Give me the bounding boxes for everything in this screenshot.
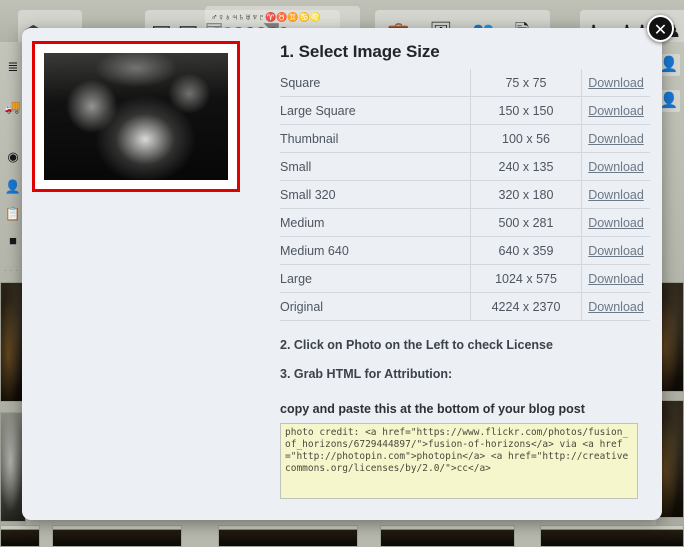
download-link[interactable]: Download — [588, 104, 644, 118]
size-dimensions-cell: 4224 x 2370 — [470, 292, 582, 321]
close-icon[interactable]: ✕ — [647, 15, 674, 42]
size-name-cell: Small — [280, 152, 471, 181]
table-row: Square 75 x 75 Download — [280, 69, 650, 97]
screen: 🎓 ▭ ▭ ▤ ◥ ♂♀♁♃♄♅♆♇♈♉♊♋♌ ♍♎♏♐♑♒♓♔♕♖♗♘♙ 💼 … — [0, 0, 684, 547]
size-name-cell: Medium 640 — [280, 236, 471, 265]
download-cell: Download — [581, 96, 650, 125]
truck-icon[interactable]: 🚚 — [3, 100, 23, 113]
table-row: Thumbnail 100 x 56 Download — [280, 124, 650, 153]
size-dimensions-cell: 320 x 180 — [470, 180, 582, 209]
step-2-text: 2. Click on Photo on the Left to check L… — [280, 338, 553, 352]
size-dimensions-cell: 75 x 75 — [470, 69, 582, 97]
image-size-modal: ✕ 1. Select Image Size Square 75 x 75 Down… — [22, 15, 674, 520]
table-row: Large 1024 x 575 Download — [280, 264, 650, 293]
table-row: Large Square 150 x 150 Download — [280, 96, 650, 125]
download-cell: Download — [581, 236, 650, 265]
size-name-cell: Square — [280, 69, 471, 97]
target-person-icon[interactable]: ◉ — [3, 150, 23, 163]
download-cell: Download — [581, 152, 650, 181]
size-dimensions-cell: 150 x 150 — [470, 96, 582, 125]
background-gallery-card[interactable] — [380, 525, 515, 547]
table-row: Medium 500 x 281 Download — [280, 208, 650, 237]
size-dimensions-cell: 640 x 359 — [470, 236, 582, 265]
table-row: Medium 640 640 x 359 Download — [280, 236, 650, 265]
download-cell: Download — [581, 292, 650, 321]
background-gallery-card[interactable] — [540, 525, 684, 547]
table-row: Small 320 320 x 180 Download — [280, 180, 650, 209]
attribution-html-textarea[interactable] — [280, 423, 638, 499]
download-link[interactable]: Download — [588, 244, 644, 258]
clipboard-check-icon[interactable]: 📋 — [3, 207, 23, 220]
copy-instruction-text: copy and paste this at the bottom of you… — [280, 402, 585, 416]
person-icon[interactable]: 👤 — [3, 180, 23, 193]
size-dimensions-cell: 1024 x 575 — [470, 264, 582, 293]
size-name-cell: Thumbnail — [280, 124, 471, 153]
download-link[interactable]: Download — [588, 160, 644, 174]
size-name-cell: Medium — [280, 208, 471, 237]
table-row: Original 4224 x 2370 Download — [280, 292, 650, 321]
photo-preview[interactable] — [32, 41, 240, 192]
size-dimensions-cell: 500 x 281 — [470, 208, 582, 237]
background-gallery-card[interactable] — [52, 525, 182, 547]
download-cell: Download — [581, 264, 650, 293]
size-dimensions-cell: 240 x 135 — [470, 152, 582, 181]
download-link[interactable]: Download — [588, 300, 644, 314]
size-panel: 1. Select Image Size Square 75 x 75 Downlo… — [280, 42, 650, 504]
download-link[interactable]: Download — [588, 76, 644, 90]
download-link[interactable]: Download — [588, 188, 644, 202]
size-name-cell: Large — [280, 264, 471, 293]
anvil-icon[interactable]: ■ — [3, 234, 23, 247]
download-cell: Download — [581, 180, 650, 209]
download-cell: Download — [581, 124, 650, 153]
photo-preview-image — [44, 53, 228, 180]
size-name-cell: Large Square — [280, 96, 471, 125]
list-icon[interactable]: ≣ — [3, 60, 23, 73]
download-link[interactable]: Download — [588, 272, 644, 286]
size-name-cell: Original — [280, 292, 471, 321]
download-link[interactable]: Download — [588, 216, 644, 230]
download-cell: Download — [581, 69, 650, 97]
size-dimensions-cell: 100 x 56 — [470, 124, 582, 153]
symbol-row-1-icon: ♂♀♁♃♄♅♆♇♈♉♊♋♌ — [211, 11, 322, 22]
background-gallery-card[interactable] — [218, 525, 358, 547]
download-link[interactable]: Download — [588, 132, 644, 146]
page-title: 1. Select Image Size — [280, 42, 440, 61]
background-gallery-card[interactable] — [0, 525, 40, 547]
step-3-text: 3. Grab HTML for Attribution: — [280, 367, 453, 381]
table-row: Small 240 x 135 Download — [280, 152, 650, 181]
download-cell: Download — [581, 208, 650, 237]
size-name-cell: Small 320 — [280, 180, 471, 209]
image-size-table: Square 75 x 75 Download Large Square 150 x 1… — [280, 69, 650, 321]
